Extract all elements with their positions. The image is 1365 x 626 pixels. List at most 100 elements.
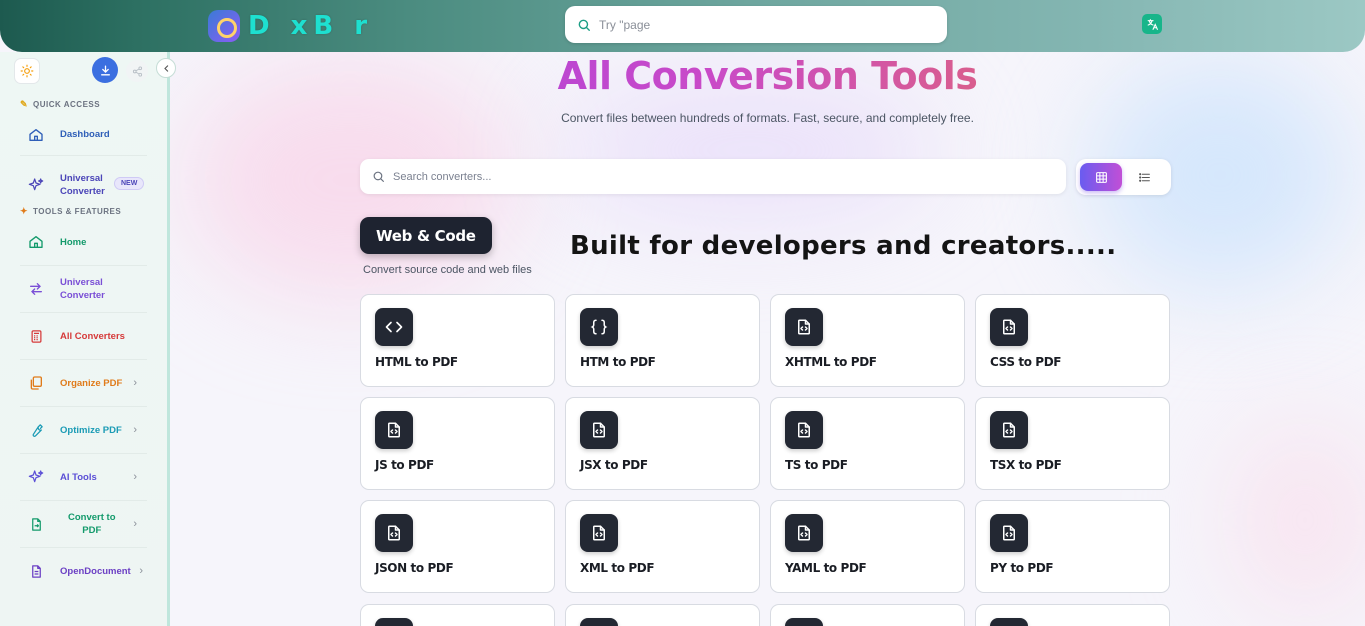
- list-view-button[interactable]: [1122, 163, 1167, 191]
- download-icon: [100, 65, 110, 75]
- converter-card-label: YAML to PDF: [785, 561, 867, 575]
- converter-card-label: JS to PDF: [375, 458, 434, 472]
- share-button[interactable]: [126, 60, 148, 82]
- list-icon: [1139, 172, 1150, 182]
- converter-search-input[interactable]: [393, 170, 1033, 183]
- sidebar-item-optimize-pdf[interactable]: Optimize PDF ›: [20, 407, 147, 454]
- sidebar-item-dashboard[interactable]: Dashboard: [20, 114, 147, 156]
- sidebar-item-ai-tools[interactable]: AI Tools ›: [20, 454, 147, 501]
- global-search-input[interactable]: [599, 17, 919, 32]
- sidebar-item-opendocument[interactable]: OpenDocument ›: [20, 548, 147, 595]
- logo[interactable]: D xB r: [208, 6, 373, 46]
- sidebar-item-universal-converter-quick[interactable]: Universal Converter NEW: [20, 162, 147, 208]
- chevron-right-icon: ›: [133, 424, 137, 436]
- file-code-icon: [785, 618, 823, 626]
- file-code-icon: [375, 411, 413, 449]
- top-bar: D xB r: [0, 0, 1365, 52]
- converter-card[interactable]: PY to PDF: [975, 500, 1170, 593]
- file-code-icon: [990, 308, 1028, 346]
- sidebar-item-convert-to-pdf[interactable]: Convert to PDF ›: [20, 501, 147, 548]
- view-toggle: [1076, 159, 1171, 195]
- converter-card-label: CSS to PDF: [990, 355, 1062, 369]
- converter-card[interactable]: JS to PDF: [360, 397, 555, 490]
- quick-access-heading: ✎ QUICK ACCESS: [20, 98, 101, 109]
- converter-card[interactable]: CSS to PDF: [975, 294, 1170, 387]
- chevron-right-icon: ›: [139, 565, 143, 577]
- sidebar-item-organize-pdf[interactable]: Organize PDF ›: [20, 360, 147, 407]
- converter-card-label: TS to PDF: [785, 458, 848, 472]
- converter-card[interactable]: TS to PDF: [770, 397, 965, 490]
- chevron-right-icon: ›: [133, 377, 137, 389]
- converter-card[interactable]: XHTML to PDF: [770, 294, 965, 387]
- converter-card[interactable]: [770, 604, 965, 626]
- logo-text: D xB r: [248, 11, 374, 41]
- file-code-icon: [580, 618, 618, 626]
- file-code-icon: [785, 514, 823, 552]
- main-content: All Conversion Tools Convert files betwe…: [170, 52, 1365, 626]
- swap-arrows-icon: [30, 283, 42, 295]
- theme-toggle-button[interactable]: [14, 58, 40, 84]
- sparkles-icon: [28, 178, 44, 191]
- converter-card-label: HTM to PDF: [580, 355, 656, 369]
- converter-search[interactable]: [360, 159, 1066, 194]
- search-icon: [373, 171, 384, 182]
- sidebar-item-all-converters[interactable]: All Converters: [20, 313, 147, 360]
- converter-card-label: XHTML to PDF: [785, 355, 877, 369]
- translate-button[interactable]: [1142, 14, 1162, 34]
- chevron-right-icon: ›: [133, 518, 137, 530]
- converter-card[interactable]: YAML to PDF: [770, 500, 965, 593]
- sidebar-item-universal-converter[interactable]: Universal Converter: [20, 266, 147, 313]
- translate-icon: [1147, 18, 1158, 30]
- file-code-icon: [580, 514, 618, 552]
- converter-card[interactable]: TSX to PDF: [975, 397, 1170, 490]
- grid-view-button[interactable]: [1080, 163, 1122, 191]
- home-outline-icon: [29, 128, 43, 141]
- sparkles-icon: [28, 470, 44, 483]
- file-code-icon: [580, 411, 618, 449]
- global-search[interactable]: [565, 6, 947, 43]
- sidebar-item-home[interactable]: Home: [20, 219, 147, 266]
- new-badge: NEW: [114, 177, 145, 190]
- converter-card-label: TSX to PDF: [990, 458, 1062, 472]
- download-button[interactable]: [92, 57, 118, 83]
- code-brackets-icon: [375, 308, 413, 346]
- converter-card[interactable]: HTM to PDF: [565, 294, 760, 387]
- calculator-icon: [31, 329, 41, 343]
- chevron-left-icon: [163, 64, 168, 72]
- file-code-icon: [990, 618, 1028, 626]
- file-code-icon: [375, 514, 413, 552]
- sidebar-collapse-button[interactable]: [156, 58, 176, 78]
- page-subtitle: Convert files between hundreds of format…: [561, 111, 974, 125]
- converter-card-label: HTML to PDF: [375, 355, 458, 369]
- search-icon: [578, 19, 590, 31]
- category-description: Convert source code and web files: [363, 264, 532, 276]
- wrench-icon: [32, 423, 43, 437]
- category-chip: Web & Code: [360, 217, 492, 254]
- grid-icon: [1095, 171, 1107, 183]
- file-code-icon: [785, 411, 823, 449]
- logo-icon: [208, 10, 240, 42]
- converter-card-label: JSX to PDF: [580, 458, 648, 472]
- converter-card[interactable]: JSX to PDF: [565, 397, 760, 490]
- file-code-icon: [785, 308, 823, 346]
- converter-card[interactable]: [975, 604, 1170, 626]
- file-code-icon: [990, 411, 1028, 449]
- tagline: Built for developers and creators.....: [570, 231, 1117, 261]
- home-icon: [29, 236, 43, 248]
- chevron-right-icon: ›: [133, 471, 137, 483]
- converter-card[interactable]: JSON to PDF: [360, 500, 555, 593]
- converter-card[interactable]: [360, 604, 555, 626]
- pin-icon: ✎: [20, 98, 29, 109]
- file-convert-icon: [31, 517, 41, 531]
- share-icon: [132, 65, 142, 77]
- converter-card-label: PY to PDF: [990, 561, 1054, 575]
- files-icon: [30, 376, 42, 390]
- page-title: All Conversion Tools: [170, 54, 1365, 98]
- converter-card[interactable]: [565, 604, 760, 626]
- sidebar: ✎ QUICK ACCESS Dashboard Universal Conve…: [0, 52, 176, 626]
- file-code-icon: [990, 514, 1028, 552]
- document-icon: [31, 565, 41, 578]
- converter-card[interactable]: HTML to PDF: [360, 294, 555, 387]
- converter-card[interactable]: XML to PDF: [565, 500, 760, 593]
- file-code-icon: [375, 618, 413, 626]
